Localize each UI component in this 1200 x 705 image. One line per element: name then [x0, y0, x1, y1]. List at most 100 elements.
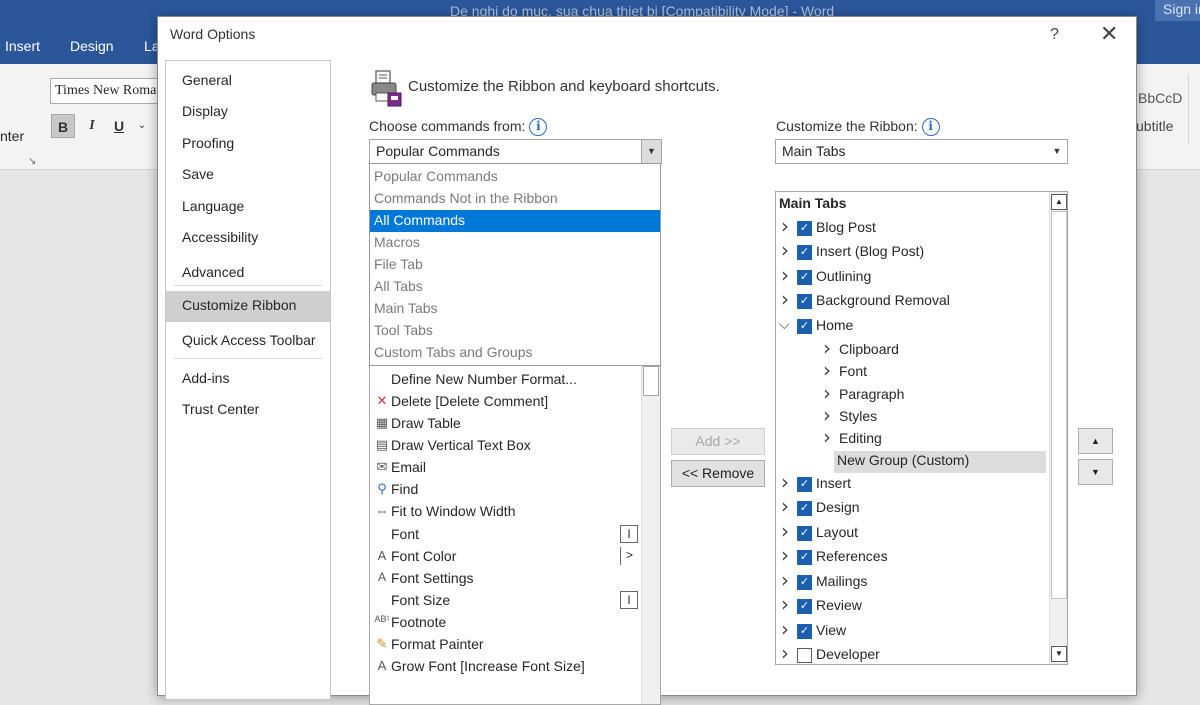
checkbox[interactable]: ✓ [797, 501, 812, 516]
commands-scrollbar[interactable] [641, 366, 660, 704]
chevron-right-icon[interactable]: › [823, 425, 837, 449]
checkbox[interactable]: ✓ [797, 575, 812, 590]
checkbox[interactable]: ✓ [797, 624, 812, 639]
chevron-right-icon[interactable]: › [781, 287, 795, 311]
chevron-down-icon[interactable]: ⌵ [779, 317, 793, 333]
help-button[interactable]: ? [1050, 26, 1059, 44]
tree-item[interactable]: › Font [821, 358, 1046, 384]
chevron-right-icon[interactable]: › [823, 381, 837, 405]
dropdown-option[interactable]: All Tabs [370, 276, 660, 298]
add-button[interactable]: Add >> [671, 428, 765, 455]
style-subtitle[interactable]: ubtitle [1136, 118, 1173, 134]
dropdown-option[interactable]: Commands Not in the Ribbon [370, 188, 660, 210]
tree-item[interactable]: › Styles [821, 403, 1046, 429]
scroll-up-icon[interactable]: ▲ [1051, 194, 1067, 210]
underline-button[interactable]: U [107, 114, 131, 138]
tree-item[interactable]: › ✓ References [779, 543, 1049, 569]
nav-display[interactable]: Display [166, 97, 330, 128]
scrollbar-thumb[interactable] [1051, 211, 1067, 599]
list-item[interactable]: Font I [370, 524, 642, 546]
tab-insert[interactable]: Insert [5, 38, 40, 54]
checkbox[interactable]: ✓ [797, 245, 812, 260]
chevron-right-icon[interactable]: › [823, 403, 837, 427]
chevron-right-icon[interactable]: › [781, 543, 795, 567]
list-item[interactable]: Font Size I [370, 590, 642, 612]
remove-button[interactable]: << Remove [671, 460, 765, 487]
list-item[interactable]: Define New Number Format... [370, 369, 642, 391]
tree-item[interactable]: › Clipboard [821, 336, 1046, 362]
dropdown-option-selected[interactable]: All Commands [370, 210, 660, 232]
info-icon[interactable]: i [921, 118, 940, 137]
list-item[interactable]: ✕ Delete [Delete Comment] [370, 391, 642, 413]
tree-item[interactable]: › ✓ Insert (Blog Post) [779, 238, 1049, 264]
nav-save[interactable]: Save [166, 160, 330, 191]
tree-item[interactable]: › ✓ Background Removal [779, 287, 1049, 313]
tree-scrollbar[interactable]: ▲ ▼ [1049, 192, 1067, 664]
dropdown-option[interactable]: Tool Tabs [370, 320, 660, 342]
scroll-down-icon[interactable]: ▼ [1051, 646, 1067, 662]
tree-item[interactable]: › ✓ Mailings [779, 568, 1049, 594]
dropdown-option[interactable]: Macros [370, 232, 660, 254]
checkbox[interactable]: ✓ [797, 477, 812, 492]
checkbox[interactable]: ✓ [797, 599, 812, 614]
dialog-launcher-icon[interactable]: ↘ [28, 156, 36, 167]
sign-in-button[interactable]: Sign in [1155, 0, 1200, 21]
chevron-right-icon[interactable]: › [823, 336, 837, 360]
dropdown-option[interactable]: Main Tabs [370, 298, 660, 320]
checkbox[interactable]: ✓ [797, 319, 812, 334]
chevron-right-icon[interactable]: › [781, 592, 795, 616]
nav-general[interactable]: General [166, 66, 330, 97]
checkbox[interactable]: ✓ [797, 270, 812, 285]
chevron-right-icon[interactable]: › [781, 494, 795, 518]
list-item[interactable]: AB¹ Footnote [370, 612, 642, 634]
nav-proofing[interactable]: Proofing [166, 129, 330, 160]
close-button[interactable]: ✕ [1100, 22, 1118, 46]
nav-add-ins[interactable]: Add-ins [166, 364, 330, 395]
tree-item[interactable]: › ✓ Insert [779, 470, 1049, 496]
chevron-down-icon[interactable]: ▼ [1047, 140, 1067, 163]
underline-dropdown-icon[interactable]: ⌄ [130, 114, 154, 138]
bold-button[interactable]: B [51, 114, 75, 138]
nav-trust-center[interactable]: Trust Center [166, 395, 330, 426]
chevron-right-icon[interactable]: › [781, 519, 795, 543]
checkbox[interactable] [797, 648, 812, 663]
chevron-right-icon[interactable]: › [781, 617, 795, 641]
nav-accessibility[interactable]: Accessibility [166, 223, 330, 254]
font-name-box[interactable]: Times New Roman [50, 78, 170, 104]
nav-customize-ribbon[interactable]: Customize Ribbon [166, 291, 330, 322]
chevron-down-icon[interactable]: ▼ [641, 140, 661, 163]
checkbox[interactable]: ✓ [797, 550, 812, 565]
chevron-right-icon[interactable]: › [781, 238, 795, 262]
style-sample[interactable]: BbCcD [1138, 90, 1182, 106]
checkbox[interactable]: ✓ [797, 221, 812, 236]
tree-item[interactable]: › ✓ Outlining [779, 263, 1049, 289]
chevron-right-icon[interactable]: › [823, 358, 837, 382]
chevron-right-icon[interactable]: › [781, 214, 795, 238]
scrollbar-thumb[interactable] [643, 366, 659, 396]
nav-language[interactable]: Language [166, 192, 330, 223]
tree-item[interactable]: › ✓ Layout [779, 519, 1049, 545]
nav-quick-access-toolbar[interactable]: Quick Access Toolbar [166, 326, 330, 357]
dropdown-option[interactable]: File Tab [370, 254, 660, 276]
italic-button[interactable]: I [80, 114, 104, 138]
list-item[interactable]: ✎ Format Painter [370, 634, 642, 656]
tree-item[interactable]: › ✓ Blog Post [779, 214, 1049, 240]
tree-item[interactable]: › ✓ Design [779, 494, 1049, 520]
list-item[interactable]: ✉ Email [370, 457, 642, 479]
tree-item[interactable]: › ✓ View [779, 617, 1049, 643]
move-down-button[interactable]: ▼ [1078, 459, 1113, 485]
list-item[interactable]: ⇔ Fit to Window Width [370, 501, 642, 523]
dropdown-option[interactable]: Popular Commands [370, 166, 660, 188]
tree-item[interactable]: ⌵ ✓ Home [779, 316, 1049, 338]
list-item[interactable]: ⚲ Find [370, 479, 642, 501]
chevron-right-icon[interactable]: › [781, 568, 795, 592]
tab-design[interactable]: Design [70, 38, 114, 54]
tree-item[interactable]: New Group (Custom) [834, 451, 1046, 473]
checkbox[interactable]: ✓ [797, 526, 812, 541]
customize-ribbon-dropdown[interactable]: Main Tabs ▼ [775, 139, 1068, 164]
tree-item[interactable]: › ✓ Review [779, 592, 1049, 618]
chevron-right-icon[interactable]: › [781, 641, 795, 664]
dropdown-option[interactable]: Custom Tabs and Groups [370, 342, 660, 364]
move-up-button[interactable]: ▲ [1078, 428, 1113, 454]
tree-item[interactable]: › Paragraph [821, 381, 1046, 407]
